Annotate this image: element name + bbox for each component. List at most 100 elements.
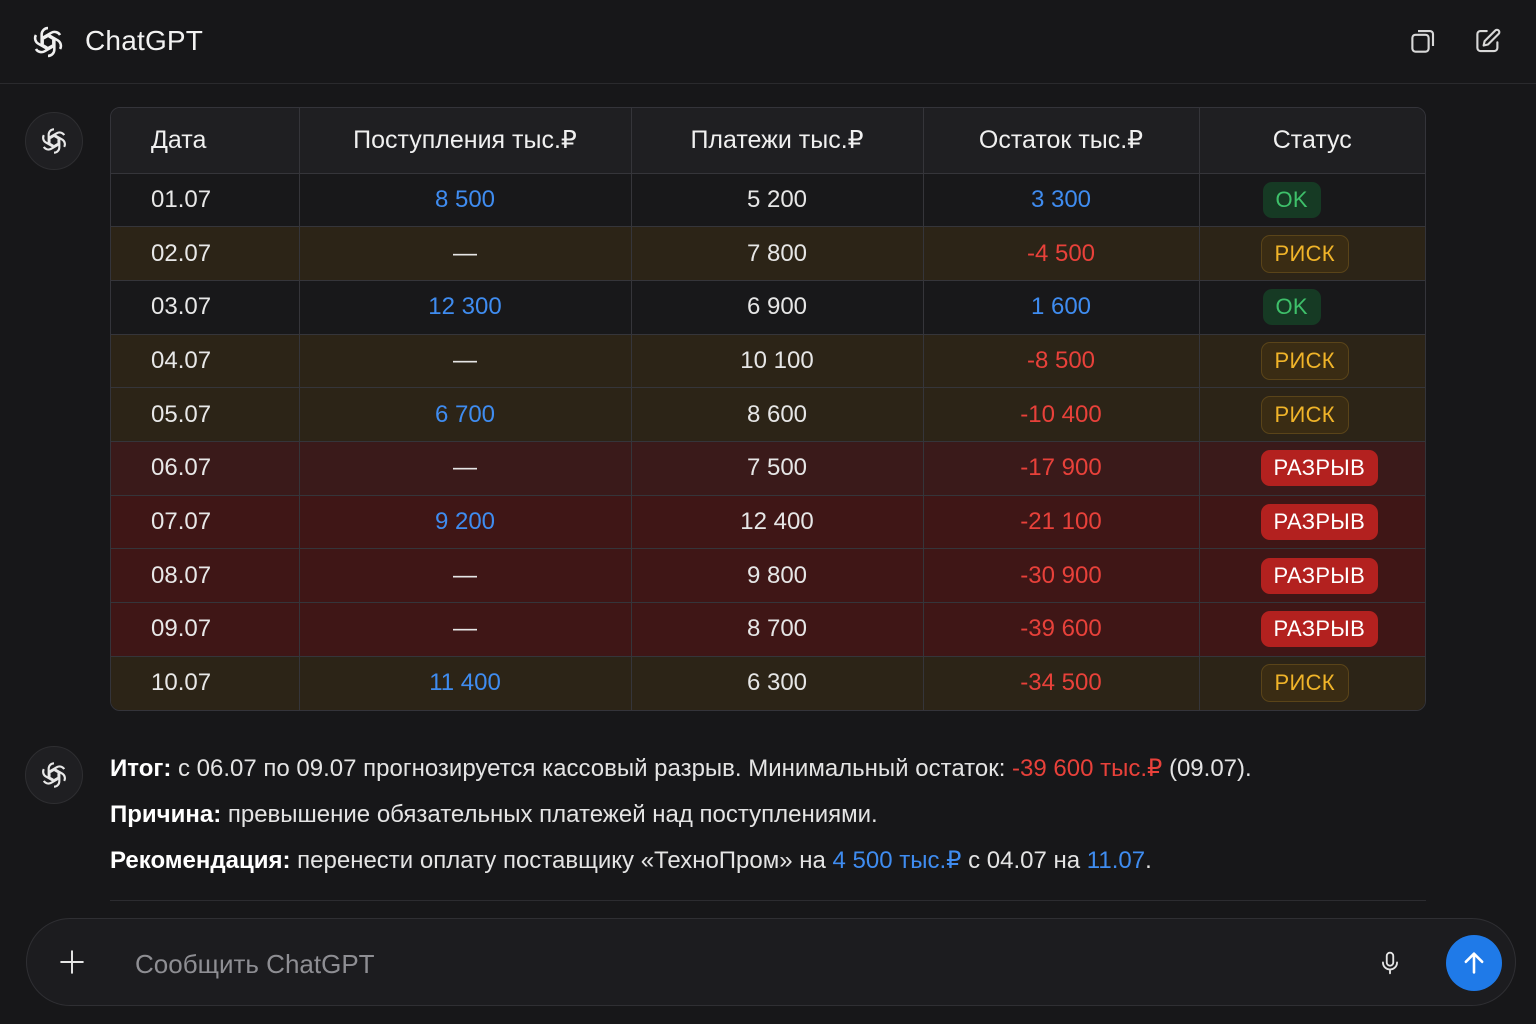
column-header-inflow: Поступления тыс.₽ [299,108,632,174]
cell-inflow: — [299,226,632,281]
table-row: 08.07 — 9 800 -30 900 РАЗРЫВ [111,548,1425,603]
cell-payments: 6 300 [631,656,924,710]
cell-balance: -17 900 [923,441,1200,496]
cell-status: OK [1199,280,1425,335]
cell-balance: 1 600 [923,280,1200,335]
column-header-payments: Платежи тыс.₽ [631,108,924,174]
cell-date: 05.07 [111,387,300,442]
openai-logo-icon [29,23,67,61]
status-badge: OK [1262,289,1321,326]
status-badge: РАЗРЫВ [1260,503,1379,540]
status-badge: OK [1262,181,1321,218]
plus-icon [60,950,84,974]
summary-label: Итог: [110,755,172,782]
cell-inflow: — [299,548,632,603]
summary-text: (09.07). [1162,755,1252,782]
column-header-balance: Остаток тыс.₽ [923,108,1200,174]
send-button[interactable] [1446,935,1502,991]
attach-button[interactable] [55,945,89,979]
cell-payments: 6 900 [631,280,924,335]
cell-inflow: — [299,602,632,657]
microphone-icon [1382,951,1398,975]
reason-text: превышение обязательных платежей над пос… [221,801,878,828]
cell-payments: 7 800 [631,226,924,281]
cell-balance: -39 600 [923,602,1200,657]
status-badge: РАЗРЫВ [1260,557,1379,594]
table-row: 09.07 — 8 700 -39 600 РАЗРЫВ [111,602,1425,657]
cell-payments: 12 400 [631,495,924,550]
cell-inflow: 8 500 [299,173,632,228]
summary-text: с 06.07 по 09.07 прогнозируется кассовый… [171,755,1013,782]
cell-inflow: 12 300 [299,280,632,335]
cell-inflow: 6 700 [299,387,632,442]
recommendation-date: 11.07 [1086,847,1146,874]
cell-inflow: 9 200 [299,495,632,550]
assistant-avatar [25,746,83,804]
cell-status: OK [1199,173,1425,228]
cell-inflow: 11 400 [299,656,632,710]
table-row: 06.07 — 7 500 -17 900 РАЗРЫВ [111,441,1425,496]
status-badge: РИСК [1260,664,1349,703]
cell-balance: -10 400 [923,387,1200,442]
table-row: 01.07 8 500 5 200 3 300 OK [111,173,1425,228]
summary-recommendation-line: Рекомендация: перенести оплату поставщик… [110,844,1410,890]
cell-date: 04.07 [111,334,300,389]
summary-result-line: Итог: с 06.07 по 09.07 прогнозируется ка… [110,752,1410,798]
cell-payments: 10 100 [631,334,924,389]
status-badge: РИСК [1260,234,1349,273]
table-row: 04.07 — 10 100 -8 500 РИСК [111,334,1425,389]
new-chat-button[interactable] [1471,24,1505,58]
message-input[interactable] [133,939,1367,989]
recommendation-label: Рекомендация: [110,847,291,874]
top-bar: ChatGPT [0,0,1536,84]
assistant-avatar [25,112,83,170]
status-badge: РИСК [1260,341,1349,380]
openai-logo-icon [38,759,70,791]
cell-status: РИСК [1199,387,1425,442]
assistant-summary: Итог: с 06.07 по 09.07 прогнозируется ка… [110,752,1410,890]
cell-payments: 8 600 [631,387,924,442]
cell-date: 01.07 [111,173,300,228]
app-title[interactable]: ChatGPT [85,25,203,57]
recommendation-amount: 4 500 тыс.₽ [832,847,962,874]
summary-reason-line: Причина: превышение обязательных платеже… [110,798,1410,844]
cell-status: РАЗРЫВ [1199,602,1425,657]
openai-logo-icon [38,125,70,157]
cell-balance: -21 100 [923,495,1200,550]
min-balance-value: -39 600 тыс.₽ [1012,755,1163,782]
cell-date: 03.07 [111,280,300,335]
arrow-up-icon [1464,952,1484,974]
cell-date: 07.07 [111,495,300,550]
reason-label: Причина: [110,801,222,828]
status-badge: РАЗРЫВ [1260,450,1379,487]
copy-window-icon [1411,29,1435,53]
cell-status: РАЗРЫВ [1199,548,1425,603]
cell-date: 10.07 [111,656,300,710]
cell-status: РИСК [1199,226,1425,281]
divider [110,900,1426,901]
voice-input-button[interactable] [1373,945,1407,981]
table-row: 10.07 11 400 6 300 -34 500 РИСК [111,656,1425,710]
cell-inflow: — [299,334,632,389]
cell-payments: 9 800 [631,548,924,603]
cell-status: РАЗРЫВ [1199,441,1425,496]
status-badge: РИСК [1260,395,1349,434]
status-badge: РАЗРЫВ [1260,611,1379,648]
cell-date: 02.07 [111,226,300,281]
cell-inflow: — [299,441,632,496]
table-header-row: Дата Поступления тыс.₽ Платежи тыс.₽ Ост… [111,108,1425,174]
cell-date: 08.07 [111,548,300,603]
table-row: 05.07 6 700 8 600 -10 400 РИСК [111,387,1425,442]
cashflow-table: Дата Поступления тыс.₽ Платежи тыс.₽ Ост… [110,107,1426,711]
cell-balance: -34 500 [923,656,1200,710]
cell-date: 06.07 [111,441,300,496]
table-row: 07.07 9 200 12 400 -21 100 РАЗРЫВ [111,495,1425,550]
message-composer [26,918,1516,1006]
cell-date: 09.07 [111,602,300,657]
cell-payments: 8 700 [631,602,924,657]
edit-new-chat-icon [1476,28,1501,53]
cell-balance: -4 500 [923,226,1200,281]
cell-status: РАЗРЫВ [1199,495,1425,550]
column-header-date: Дата [111,108,300,174]
copy-window-button[interactable] [1406,24,1440,58]
